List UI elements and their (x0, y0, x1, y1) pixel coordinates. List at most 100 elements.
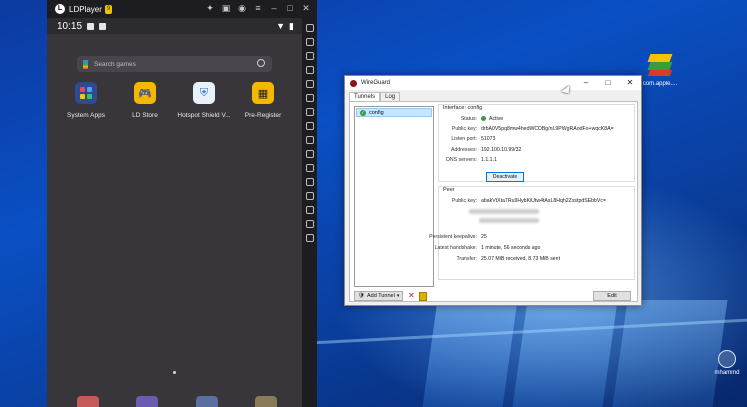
dock-app[interactable] (77, 396, 99, 407)
dock-app[interactable] (254, 396, 277, 407)
delete-icon[interactable]: ✕ (406, 291, 416, 301)
interface-group: Interface: config Status: Active Public k… (438, 104, 635, 182)
tunnel-item[interactable]: ✓ config (356, 108, 432, 117)
user-label: mhammd (714, 370, 740, 376)
address-value: 192.100.10.99/32 (481, 147, 522, 153)
gamepad-tool-icon[interactable] (305, 94, 314, 102)
bluestacks-icon (647, 52, 673, 78)
tab-log[interactable]: Log (380, 92, 401, 101)
ldplayer-window: L LDPlayer 9 ✦ ▣ ◉ ≡ – □ ✕ 10:15 ▼ ▮ Sea… (47, 0, 317, 407)
public-key-value: drbA0V5pq8mw4hedWCDBg/nL9PWgRAodFo+wqcK8… (481, 126, 614, 132)
folder-icon[interactable] (305, 206, 314, 214)
transfer-value: 25.07 MiB received, 8.73 MiB sent (481, 256, 561, 262)
rotate-icon[interactable] (305, 108, 314, 116)
shield-icon: ⛨ (193, 82, 215, 104)
user-avatar-icon (718, 350, 736, 368)
screenshot-icon[interactable] (305, 122, 314, 130)
edit-button[interactable]: Edit (593, 291, 631, 301)
ldplayer-titlebar[interactable]: L LDPlayer 9 ✦ ▣ ◉ ≡ – □ ✕ (47, 0, 317, 18)
chevron-down-icon[interactable]: ▾ (397, 292, 400, 301)
field-label: Public key: (451, 198, 477, 204)
app-label: LD Store (132, 112, 158, 119)
redacted-field (479, 218, 539, 223)
add-tunnel-icon: 🛡 (358, 292, 365, 299)
listen-port-value: 51073 (481, 136, 496, 142)
close-icon[interactable]: ✕ (619, 76, 641, 90)
notification-icon (87, 22, 95, 30)
desktop-icon-bluestacks[interactable]: com.apple.... (640, 52, 680, 87)
calendar-icon: ▦ (252, 82, 274, 104)
wireguard-window: WireGuard – □ ✕ Tunnels Log ✓ config 🛡 A… (344, 75, 642, 306)
app-ld-store[interactable]: 🎮 LD Store (116, 82, 174, 119)
multi-instance-icon[interactable] (305, 178, 314, 186)
close-icon[interactable]: ✕ (301, 3, 311, 14)
wifi-icon: ▼ (276, 21, 286, 31)
version-badge: 9 (104, 4, 113, 14)
android-home-screen: Search games System Apps 🎮 LD Store ⛨ Ho… (47, 34, 302, 407)
wireguard-logo-icon (350, 79, 357, 87)
search-placeholder: Search games (94, 60, 136, 68)
gift-icon[interactable]: ▣ (221, 3, 231, 14)
add-tunnel-label: Add Tunnel (366, 292, 395, 299)
shield-status-icon (99, 22, 107, 30)
user-icon[interactable]: ◉ (237, 3, 247, 14)
field-label: Transfer: (456, 256, 477, 262)
field-label: Listen port: (451, 136, 477, 142)
wireguard-titlebar[interactable]: WireGuard – □ ✕ (345, 76, 641, 90)
settings-icon[interactable] (305, 24, 314, 32)
location-icon[interactable] (305, 220, 314, 228)
window-title: WireGuard (361, 80, 391, 86)
keepalive-value: 25 (481, 234, 487, 240)
volume-up-icon[interactable] (305, 52, 314, 60)
redacted-field (469, 209, 539, 214)
menu-icon[interactable]: ≡ (253, 3, 263, 14)
search-icon[interactable] (257, 59, 265, 67)
clock: 10:15 (57, 20, 83, 32)
tunnels-panel: ✓ config 🛡 Add Tunnel ▾ ✕ Interface: con… (349, 101, 638, 302)
deactivate-button[interactable]: Deactivate (486, 172, 524, 182)
field-label: Persistent keepalive: (429, 234, 477, 240)
export-zip-icon[interactable] (419, 291, 428, 301)
wallpaper-pane (422, 300, 518, 407)
maximize-icon[interactable]: □ (597, 76, 619, 90)
android-statusbar: 10:15 ▼ ▮ (47, 18, 302, 34)
desktop-user-tile[interactable]: mhammd (712, 350, 742, 376)
app-system-apps[interactable]: System Apps (57, 82, 115, 119)
record-icon[interactable] (305, 136, 314, 144)
interface-title: Interface: config (442, 105, 484, 111)
keyboard-icon[interactable] (305, 38, 314, 46)
check-icon: ✓ (360, 109, 366, 116)
volume-down-icon[interactable] (305, 66, 314, 74)
desktop-icon-label: com.apple.... (642, 81, 678, 87)
battery-icon: ▮ (289, 21, 294, 31)
gamepad-icon: 🎮 (134, 82, 156, 104)
wallpaper-pane (512, 300, 618, 407)
app-pre-register[interactable]: ▦ Pre-Register (234, 82, 292, 119)
dns-value: 1.1.1.1 (481, 157, 497, 163)
wallpaper-pane (612, 300, 728, 407)
add-tunnel-button[interactable]: 🛡 Add Tunnel ▾ (354, 291, 404, 301)
app-hotspot-shield[interactable]: ⛨ Hotspot Shield V... (175, 82, 233, 119)
field-label: Addresses: (451, 147, 477, 153)
ldplayer-toolbar (302, 18, 317, 407)
search-bar[interactable]: Search games (77, 56, 272, 72)
tab-tunnels[interactable]: Tunnels (349, 92, 381, 101)
maximize-icon[interactable]: □ (285, 3, 295, 14)
fullscreen-icon[interactable] (305, 80, 314, 88)
dock-app[interactable] (136, 396, 159, 407)
minimize-icon[interactable]: – (575, 76, 597, 90)
shake-icon[interactable] (305, 192, 314, 200)
handshake-value: 1 minute, 56 seconds ago (481, 245, 541, 251)
app-label: Pre-Register (244, 112, 282, 119)
dock-app[interactable] (195, 396, 218, 407)
ldplayer-logo-icon: L (55, 4, 65, 14)
minimize-icon[interactable]: – (269, 3, 279, 14)
active-status-icon (481, 116, 486, 121)
apk-icon[interactable] (305, 164, 314, 172)
more-icon[interactable] (305, 234, 314, 242)
page-indicator (173, 371, 176, 374)
sparkle-icon[interactable]: ✦ (205, 3, 215, 14)
scissors-icon[interactable] (305, 150, 314, 158)
google-play-icon (83, 59, 88, 69)
app-label: Hotspot Shield V... (177, 112, 231, 119)
